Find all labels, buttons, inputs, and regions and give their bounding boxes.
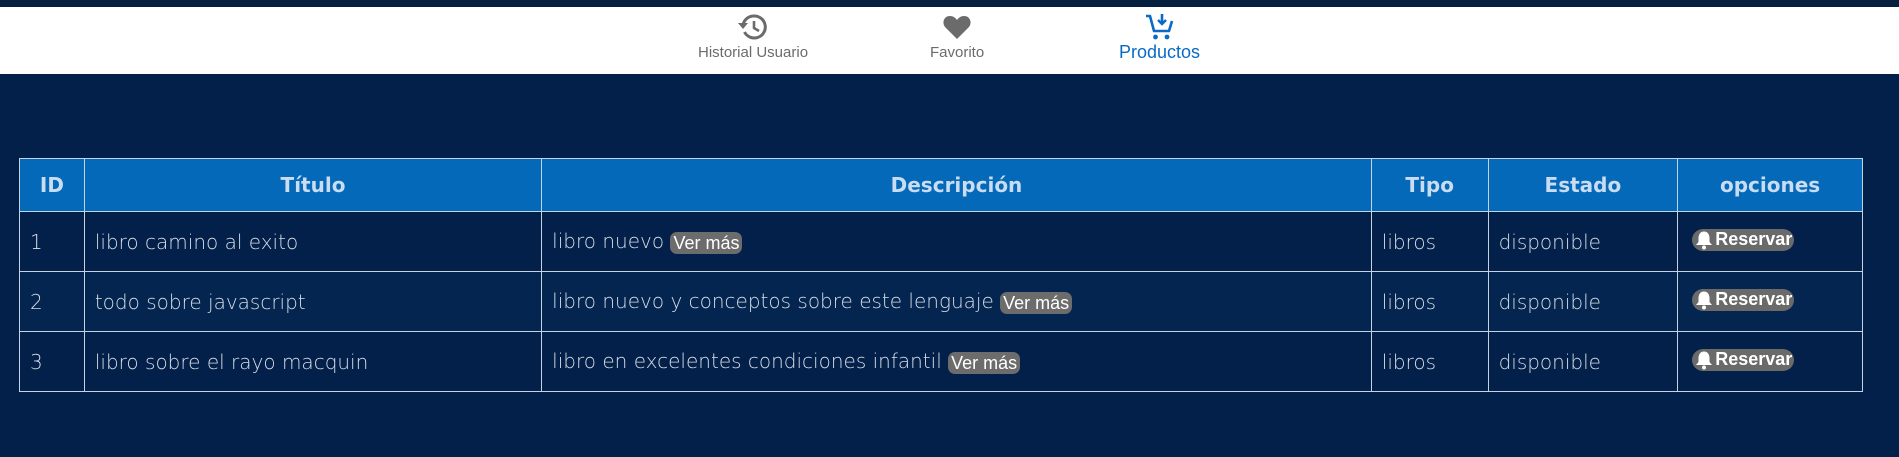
products-table-container: ID Título Descripción Tipo Estado opcion… [19,158,1863,392]
cell-estado: disponible [1487,271,1679,332]
cell-titulo: libro sobre el rayo macquin [83,331,543,392]
cell-titulo: libro camino al exito [83,211,543,272]
history-icon [738,14,767,40]
cell-id: 1 [19,211,85,272]
heart-icon [943,16,971,39]
header-opciones: opciones [1677,158,1863,212]
cell-descripcion: libro nuevo y conceptos sobre este lengu… [541,271,1372,332]
cell-titulo: todo sobre javascript [83,271,543,332]
header-id: ID [19,158,85,212]
cell-tipo: libros [1370,211,1489,272]
cell-id: 3 [19,331,85,392]
cell-id: 2 [19,271,85,332]
reservar-label: Reservar [1715,349,1793,369]
reservar-label: Reservar [1715,289,1793,309]
bell-icon [1696,291,1713,309]
description-text: libro nuevo y conceptos sobre este lengu… [552,289,994,314]
nav-item-historial[interactable]: Historial Usuario [698,13,808,61]
reservar-button[interactable]: Reservar [1692,348,1795,371]
cell-descripcion: libro en excelentes condiciones infantil… [541,331,1372,392]
nav-label-historial: Historial Usuario [698,44,809,61]
cell-opciones: Reservar [1677,211,1863,272]
reservar-button[interactable]: Reservar [1692,228,1795,251]
table-row: 3 libro sobre el rayo macquin libro en e… [19,331,1863,392]
description-text: libro nuevo [552,229,665,254]
header-tipo: Tipo [1370,158,1489,212]
cell-estado: disponible [1487,331,1679,392]
nav-label-favorito: Favorito [930,44,985,61]
cell-tipo: libros [1370,271,1489,332]
ver-mas-button[interactable]: Ver más [1000,291,1073,314]
bell-icon [1696,351,1713,369]
nav-item-productos[interactable]: Productos [1119,13,1200,63]
top-strip [0,0,1899,7]
table-row: 2 todo sobre javascript libro nuevo y co… [19,271,1863,332]
nav-item-favorito[interactable]: Favorito [930,13,984,61]
cell-tipo: libros [1370,331,1489,392]
table-header-row: ID Título Descripción Tipo Estado opcion… [19,158,1863,212]
cell-opciones: Reservar [1677,331,1863,392]
table-row: 1 libro camino al exito libro nuevo Ver … [19,211,1863,272]
cell-estado: disponible [1487,211,1679,272]
ver-mas-button[interactable]: Ver más [948,351,1021,374]
products-table: ID Título Descripción Tipo Estado opcion… [19,158,1863,392]
nav-label-productos: Productos [1119,42,1201,62]
header-titulo: Título [83,158,543,212]
description-text: libro en excelentes condiciones infantil [552,349,942,374]
cart-icon [1145,14,1173,40]
header-estado: Estado [1487,158,1679,212]
top-navigation: Historial Usuario Favorito Productos [0,7,1899,74]
bell-icon [1696,231,1713,249]
reservar-button[interactable]: Reservar [1692,288,1795,311]
header-descripcion: Descripción [541,158,1372,212]
cell-opciones: Reservar [1677,271,1863,332]
reservar-label: Reservar [1715,229,1793,249]
cell-descripcion: libro nuevo Ver más [541,211,1372,272]
ver-mas-button[interactable]: Ver más [670,231,743,254]
